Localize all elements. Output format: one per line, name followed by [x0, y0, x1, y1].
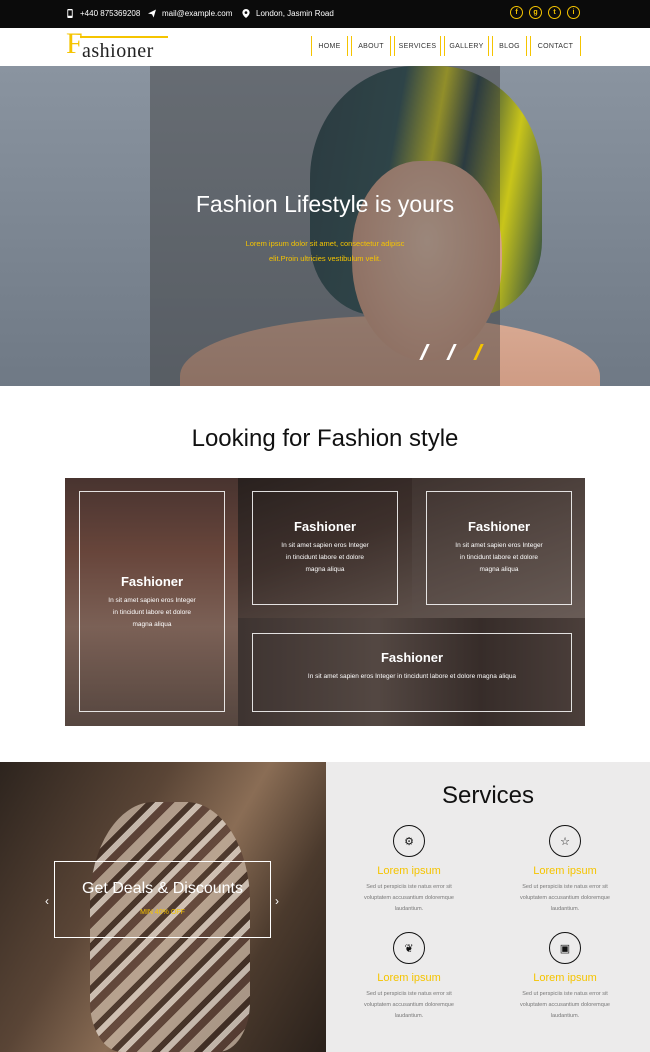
service-text: Sed ut perspiciis iste natus error sit v…	[344, 989, 474, 1022]
location-pin-icon	[242, 9, 250, 18]
logo-text: ashioner	[82, 40, 154, 62]
service-title: Lorem ipsum	[377, 865, 441, 877]
services-section: Services ⚙ Lorem ipsum Sed ut perspiciis…	[326, 762, 650, 1052]
style-card-line: In sit amet sapien eros Integer	[281, 542, 369, 549]
email-address: mail@example.com	[162, 9, 233, 18]
service-title: Lorem ipsum	[533, 865, 597, 877]
nav-services[interactable]: SERVICES	[394, 36, 441, 56]
email-contact[interactable]: mail@example.com	[148, 9, 232, 18]
service-title: Lorem ipsum	[377, 972, 441, 984]
service-text-line: Sed ut perspiciis iste natus error sit	[522, 884, 608, 890]
style-card-text: In sit amet sapien eros Integer in tinci…	[80, 595, 224, 631]
deals-subtitle: MIN 40% OFF	[140, 909, 185, 916]
style-card-title: Fashioner	[293, 519, 357, 534]
service-text-line: Sed ut perspiciis iste natus error sit	[366, 991, 452, 997]
leaf-icon: ❦	[393, 932, 425, 964]
nav-blog[interactable]: BLOG	[492, 36, 527, 56]
phone-contact[interactable]: +440 875369208	[66, 9, 140, 18]
service-item-4[interactable]: ▣ Lorem ipsum Sed ut perspiciis iste nat…	[500, 932, 630, 1022]
hero-slider: Fashion Lifestyle is yours Lorem ipsum d…	[0, 66, 650, 386]
address-contact: London, Jasmin Road	[242, 9, 334, 18]
nav-about[interactable]: ABOUT	[351, 36, 391, 56]
service-text-line: Sed ut perspiciis iste natus error sit	[522, 991, 608, 997]
service-text-line: voluptatem accusantium doloremque	[520, 895, 610, 901]
style-card-line: magna aliqua	[305, 566, 345, 573]
style-gallery: Fashioner In sit amet sapien eros Intege…	[65, 478, 585, 726]
deals-next-arrow-icon[interactable]: ›	[275, 894, 279, 908]
service-text: Sed ut perspiciis iste natus error sit v…	[344, 882, 474, 915]
style-card-line: magna aliqua	[132, 621, 172, 628]
deals-box[interactable]: Get Deals & Discounts MIN 40% OFF	[54, 861, 271, 938]
style-section-title: Looking for Fashion style	[191, 425, 459, 452]
style-card-line: magna aliqua	[479, 566, 519, 573]
hero-subtitle-line-2: elit.Proin ultricies vestibulum velit.	[268, 254, 382, 263]
service-item-2[interactable]: ☆ Lorem ipsum Sed ut perspiciis iste nat…	[500, 825, 630, 915]
service-text-line: voluptatem accusantium doloremque	[364, 1002, 454, 1008]
star-icon: ☆	[549, 825, 581, 857]
nav-home[interactable]: HOME	[311, 36, 348, 56]
google-plus-icon[interactable]: g	[529, 6, 542, 19]
deals-prev-arrow-icon[interactable]: ‹	[45, 894, 49, 908]
top-bar: +440 875369208 mail@example.com London, …	[0, 0, 650, 28]
style-card-line: in tincidunt labore et dolore	[459, 554, 539, 561]
twitter-icon[interactable]: t	[548, 6, 561, 19]
style-card-title: Fashioner	[380, 650, 444, 665]
service-text-line: laudantium.	[550, 1013, 580, 1019]
hero-text-overlay	[150, 66, 500, 386]
service-text-line: Sed ut perspiciis iste natus error sit	[366, 884, 452, 890]
style-card-3[interactable]: Fashioner In sit amet sapien eros Intege…	[426, 491, 572, 605]
hero-subtitle: Lorem ipsum dolor sit amet, consectetur …	[225, 236, 425, 266]
service-text-line: laudantium.	[394, 1013, 424, 1019]
service-item-1[interactable]: ⚙ Lorem ipsum Sed ut perspiciis iste nat…	[344, 825, 474, 915]
style-card-text: In sit amet sapien eros Integer in tinci…	[253, 540, 397, 576]
style-card-line: in tincidunt labore et dolore	[112, 609, 192, 616]
service-text: Sed ut perspiciis iste natus error sit v…	[500, 989, 630, 1022]
phone-number: +440 875369208	[80, 9, 141, 18]
style-card-line: In sit amet sapien eros Integer	[108, 597, 196, 604]
service-item-3[interactable]: ❦ Lorem ipsum Sed ut perspiciis iste nat…	[344, 932, 474, 1022]
address-text: London, Jasmin Road	[256, 9, 334, 18]
nav-contact[interactable]: CONTACT	[530, 36, 581, 56]
hero-subtitle-line-1: Lorem ipsum dolor sit amet, consectetur …	[245, 239, 405, 248]
style-card-line: In sit amet sapien eros Integer	[455, 542, 543, 549]
style-card-title: Fashioner	[467, 519, 531, 534]
style-card-text: In sit amet sapien eros Integer in tinci…	[307, 673, 517, 680]
service-text: Sed ut perspiciis iste natus error sit v…	[500, 882, 630, 915]
style-card-line: in tincidunt labore et dolore	[285, 554, 365, 561]
style-card-text: In sit amet sapien eros Integer in tinci…	[427, 540, 571, 576]
nav-gallery[interactable]: GALLERY	[444, 36, 489, 56]
hero-title: Fashion Lifestyle is yours	[195, 191, 455, 217]
phone-icon	[67, 9, 73, 18]
service-text-line: laudantium.	[550, 906, 580, 912]
instagram-icon[interactable]: i	[567, 6, 580, 19]
site-header: F ashioner HOME ABOUT SERVICES GALLERY B…	[0, 28, 650, 66]
service-title: Lorem ipsum	[533, 972, 597, 984]
service-text-line: laudantium.	[394, 906, 424, 912]
style-card-2[interactable]: Fashioner In sit amet sapien eros Intege…	[252, 491, 398, 605]
services-heading: Services	[441, 782, 535, 809]
style-card-4[interactable]: Fashioner In sit amet sapien eros Intege…	[252, 633, 572, 712]
style-card-1[interactable]: Fashioner In sit amet sapien eros Intege…	[79, 491, 225, 712]
style-card-title: Fashioner	[120, 574, 184, 589]
deals-banner: Get Deals & Discounts MIN 40% OFF ‹ ›	[0, 762, 326, 1052]
logo-initial: F	[66, 27, 83, 60]
facebook-icon[interactable]: f	[510, 6, 523, 19]
gift-icon: ▣	[549, 932, 581, 964]
service-text-line: voluptatem accusantium doloremque	[520, 1002, 610, 1008]
service-text-line: voluptatem accusantium doloremque	[364, 895, 454, 901]
paper-plane-icon	[148, 9, 156, 18]
deals-title: Get Deals & Discounts	[82, 880, 243, 897]
gear-icon: ⚙	[393, 825, 425, 857]
logo-accent-bar	[80, 36, 168, 38]
